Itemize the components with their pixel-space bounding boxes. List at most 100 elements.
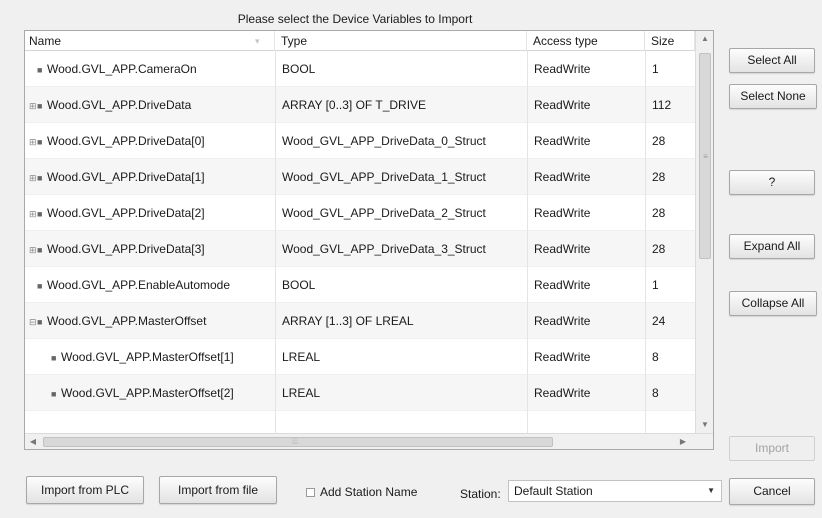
cell-name: ■ Wood.GVL_APP.MasterOffset[2] bbox=[29, 375, 275, 411]
cell-name: ■ Wood.GVL_APP.CameraOn bbox=[29, 51, 275, 87]
cell-type: ARRAY [1..3] OF LREAL bbox=[275, 303, 527, 339]
add-station-name-checkbox[interactable] bbox=[306, 488, 315, 497]
variable-node-icon: ■ bbox=[37, 317, 43, 327]
cell-type: LREAL bbox=[275, 339, 527, 375]
table-row[interactable]: ⊞■ Wood.GVL_APP.DriveData[1] Wood_GVL_APP… bbox=[25, 159, 695, 195]
table-row[interactable]: ■ Wood.GVL_APP.MasterOffset[1] LREAL Read… bbox=[25, 339, 695, 375]
scroll-up-icon[interactable]: ▲ bbox=[696, 31, 714, 47]
scroll-left-icon[interactable]: ◀ bbox=[25, 434, 41, 450]
cell-size: 28 bbox=[645, 231, 695, 267]
cell-type: Wood_GVL_APP_DriveData_3_Struct bbox=[275, 231, 527, 267]
plus-box-icon[interactable]: ⊞ bbox=[29, 160, 37, 195]
expand-all-button[interactable]: Expand All bbox=[729, 234, 815, 259]
cell-size: 8 bbox=[645, 339, 695, 375]
table-row[interactable] bbox=[25, 411, 695, 433]
scroll-right-icon[interactable]: ▶ bbox=[675, 434, 691, 450]
grid-rows: ■ Wood.GVL_APP.CameraOn BOOL ReadWrite 1 … bbox=[25, 51, 695, 433]
variable-name: Wood.GVL_APP.DriveData[1] bbox=[47, 170, 205, 184]
cancel-button[interactable]: Cancel bbox=[729, 478, 815, 505]
cell-name: ■ Wood.GVL_APP.EnableAutomode bbox=[29, 267, 275, 303]
variable-node-icon: ■ bbox=[37, 101, 43, 111]
cell-size: 28 bbox=[645, 195, 695, 231]
column-header-type[interactable]: Type bbox=[275, 31, 527, 51]
column-header-name[interactable]: Name ▾ bbox=[25, 31, 275, 51]
vertical-scroll-thumb[interactable]: ≡ bbox=[699, 53, 711, 259]
variable-node-icon: ■ bbox=[37, 65, 43, 75]
table-row[interactable]: ⊞■ Wood.GVL_APP.DriveData[2] Wood_GVL_APP… bbox=[25, 195, 695, 231]
cell-type: LREAL bbox=[275, 375, 527, 411]
cell-access-type: ReadWrite bbox=[527, 267, 645, 303]
table-row[interactable]: ⊞■ Wood.GVL_APP.DriveData[0] Wood_GVL_APP… bbox=[25, 123, 695, 159]
column-header-name-label: Name bbox=[29, 34, 62, 48]
collapse-all-button[interactable]: Collapse All bbox=[729, 291, 817, 316]
plus-box-icon[interactable]: ⊞ bbox=[29, 196, 37, 231]
cell-access-type: ReadWrite bbox=[527, 195, 645, 231]
cell-name: ⊞■ Wood.GVL_APP.DriveData[0] bbox=[29, 123, 275, 159]
cell-name bbox=[29, 411, 275, 433]
cell-access-type: ReadWrite bbox=[527, 375, 645, 411]
select-all-button[interactable]: Select All bbox=[729, 48, 815, 73]
table-row[interactable]: ■ Wood.GVL_APP.CameraOn BOOL ReadWrite 1 bbox=[25, 51, 695, 87]
cell-access-type: ReadWrite bbox=[527, 51, 645, 87]
variable-node-icon: ■ bbox=[51, 389, 57, 399]
plus-box-icon[interactable]: ⊞ bbox=[29, 88, 37, 123]
import-button[interactable]: Import bbox=[729, 436, 815, 461]
cell-access-type: ReadWrite bbox=[527, 339, 645, 375]
cell-name: ⊞■ Wood.GVL_APP.DriveData[1] bbox=[29, 159, 275, 195]
cell-type: BOOL bbox=[275, 267, 527, 303]
horizontal-scroll-thumb[interactable]: ⦙⦙⦙ bbox=[43, 436, 553, 447]
cell-type: Wood_GVL_APP_DriveData_0_Struct bbox=[275, 123, 527, 159]
variable-name: Wood.GVL_APP.DriveData[2] bbox=[47, 206, 205, 220]
variable-name: Wood.GVL_APP.DriveData bbox=[47, 98, 192, 112]
table-row[interactable]: ⊟■ Wood.GVL_APP.MasterOffset ARRAY [1..3]… bbox=[25, 303, 695, 339]
cell-name: ■ Wood.GVL_APP.MasterOffset[1] bbox=[29, 339, 275, 375]
plus-box-icon[interactable]: ⊞ bbox=[29, 124, 37, 159]
column-header-size[interactable]: Size bbox=[645, 31, 695, 51]
table-row[interactable]: ■ Wood.GVL_APP.EnableAutomode BOOL ReadWr… bbox=[25, 267, 695, 303]
select-none-button[interactable]: Select None bbox=[729, 84, 817, 109]
cell-size: 1 bbox=[645, 51, 695, 87]
variable-name: Wood.GVL_APP.MasterOffset[2] bbox=[61, 386, 234, 400]
chevron-down-icon[interactable]: ▼ bbox=[707, 481, 715, 501]
table-row[interactable]: ■ Wood.GVL_APP.MasterOffset[2] LREAL Read… bbox=[25, 375, 695, 411]
cell-type: Wood_GVL_APP_DriveData_1_Struct bbox=[275, 159, 527, 195]
minus-box-icon[interactable]: ⊟ bbox=[29, 304, 37, 339]
cell-name: ⊞■ Wood.GVL_APP.DriveData bbox=[29, 87, 275, 123]
scroll-down-icon[interactable]: ▼ bbox=[696, 417, 714, 433]
help-button[interactable]: ? bbox=[729, 170, 815, 195]
cell-access-type: ReadWrite bbox=[527, 303, 645, 339]
column-header-access-type[interactable]: Access type bbox=[527, 31, 645, 51]
import-from-plc-button[interactable]: Import from PLC bbox=[26, 476, 144, 504]
table-row[interactable]: ⊞■ Wood.GVL_APP.DriveData ARRAY [0..3] OF… bbox=[25, 87, 695, 123]
cell-access-type: ReadWrite bbox=[527, 123, 645, 159]
cell-size: 1 bbox=[645, 267, 695, 303]
variable-node-icon: ■ bbox=[37, 245, 43, 255]
variables-grid[interactable]: Name ▾ Type Access type Size ■ Wood.GVL_A… bbox=[24, 30, 714, 450]
cell-type: Wood_GVL_APP_DriveData_2_Struct bbox=[275, 195, 527, 231]
variable-node-icon: ■ bbox=[37, 281, 43, 291]
vertical-scrollbar[interactable]: ▲ ≡ ▼ bbox=[695, 31, 713, 433]
horizontal-scrollbar[interactable]: ◀ ⦙⦙⦙ ▶ bbox=[25, 433, 713, 449]
variable-node-icon: ■ bbox=[51, 353, 57, 363]
import-from-file-button[interactable]: Import from file bbox=[159, 476, 277, 504]
cell-access-type: ReadWrite bbox=[527, 159, 645, 195]
cell-access-type: ReadWrite bbox=[527, 231, 645, 267]
cell-type bbox=[275, 411, 527, 433]
cell-size bbox=[645, 411, 695, 433]
variable-name: Wood.GVL_APP.DriveData[0] bbox=[47, 134, 205, 148]
grip-icon: ⦙⦙⦙ bbox=[292, 436, 299, 446]
cell-size: 112 bbox=[645, 87, 695, 123]
add-station-name-label[interactable]: Add Station Name bbox=[320, 485, 417, 499]
variable-name: Wood.GVL_APP.MasterOffset bbox=[47, 314, 207, 328]
dialog-title: Please select the Device Variables to Im… bbox=[237, 12, 473, 26]
station-select[interactable]: Default Station ▼ bbox=[508, 480, 722, 502]
station-label: Station: bbox=[460, 487, 501, 501]
cell-name: ⊞■ Wood.GVL_APP.DriveData[2] bbox=[29, 195, 275, 231]
variable-name: Wood.GVL_APP.MasterOffset[1] bbox=[61, 350, 234, 364]
station-select-value: Default Station bbox=[514, 484, 593, 498]
cell-size: 24 bbox=[645, 303, 695, 339]
table-row[interactable]: ⊞■ Wood.GVL_APP.DriveData[3] Wood_GVL_APP… bbox=[25, 231, 695, 267]
plus-box-icon[interactable]: ⊞ bbox=[29, 232, 37, 267]
variable-node-icon: ■ bbox=[37, 209, 43, 219]
grip-icon: ≡ bbox=[703, 152, 708, 161]
